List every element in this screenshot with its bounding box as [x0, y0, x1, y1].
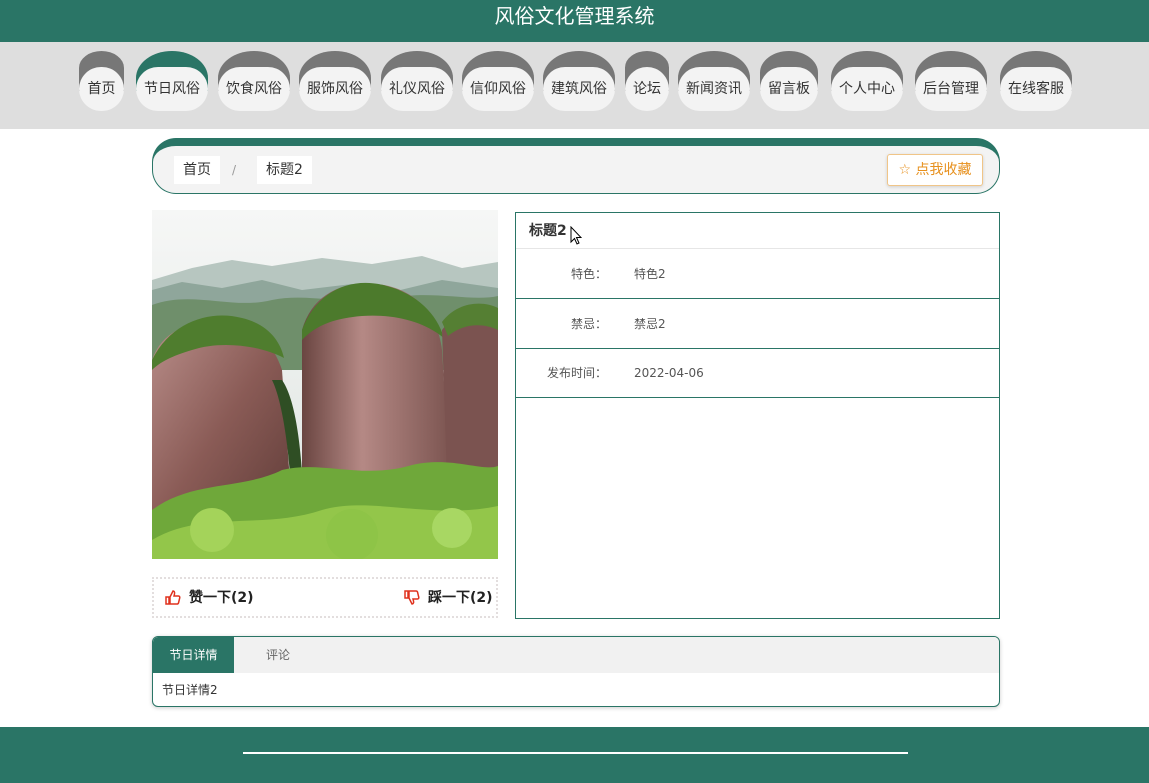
thumbs-up-icon: [165, 590, 181, 605]
nav-label: 留言板: [760, 67, 818, 111]
nav-label: 首页: [79, 67, 124, 111]
tab-content: 节日详情2: [162, 683, 218, 697]
detail-info-panel: 标题2 特色： 特色2 禁忌： 禁忌2 发布时间： 2022-04-06: [515, 212, 1000, 619]
info-row-feature: 特色： 特色2: [516, 249, 999, 299]
nav-label: 个人中心: [831, 67, 903, 111]
nav-label: 饮食风俗: [218, 67, 290, 111]
tab-festival-detail[interactable]: 节日详情: [153, 637, 234, 673]
nav-item-admin[interactable]: 后台管理: [915, 51, 987, 111]
info-value: 特色2: [634, 267, 666, 281]
tabs-header: 节日详情 评论: [153, 637, 999, 673]
nav-item-festival-customs[interactable]: 节日风俗: [136, 51, 208, 111]
breadcrumb: 首页 / 标题2 ☆ 点我收藏: [152, 138, 1000, 194]
info-label: 特色：: [570, 267, 607, 281]
nav-label: 节日风俗: [136, 67, 208, 111]
nav-item-forum[interactable]: 论坛: [625, 51, 669, 111]
breadcrumb-home-link[interactable]: 首页: [174, 156, 220, 184]
info-value: 禁忌2: [634, 317, 666, 331]
nav-label: 论坛: [625, 67, 669, 111]
vote-bar: 赞一下(2) 踩一下(2): [152, 577, 498, 618]
favorite-button[interactable]: ☆ 点我收藏: [887, 154, 983, 186]
tab-comments[interactable]: 评论: [234, 637, 322, 673]
nav-label: 礼仪风俗: [381, 67, 453, 111]
detail-photo: [152, 210, 498, 559]
favorite-label: ☆ 点我收藏: [898, 162, 972, 178]
footer-divider: [243, 752, 908, 754]
main-nav: 首页 节日风俗 饮食风俗 服饰风俗 礼仪风俗 信仰风俗 建筑风俗 论坛 新闻资讯…: [0, 42, 1149, 129]
nav-label: 后台管理: [915, 67, 987, 111]
nav-item-architecture-customs[interactable]: 建筑风俗: [543, 51, 615, 111]
info-row-taboo: 禁忌： 禁忌2: [516, 299, 999, 349]
app-title: 风俗文化管理系统: [494, 4, 655, 28]
mouse-cursor-icon: [570, 226, 582, 245]
app-header: 风俗文化管理系统: [0, 0, 1149, 42]
nav-item-personal-center[interactable]: 个人中心: [831, 51, 903, 111]
like-button[interactable]: 赞一下(2): [164, 587, 254, 609]
detail-title: 标题2: [516, 213, 999, 249]
nav-item-clothing-customs[interactable]: 服饰风俗: [299, 51, 371, 111]
nav-label: 新闻资讯: [678, 67, 750, 111]
info-row-publish-time: 发布时间： 2022-04-06: [516, 348, 999, 398]
nav-label: 服饰风俗: [299, 67, 371, 111]
breadcrumb-current: 标题2: [257, 156, 312, 184]
dislike-button[interactable]: 踩一下(2): [403, 587, 493, 609]
footer: [0, 727, 1149, 783]
nav-item-online-service[interactable]: 在线客服: [1000, 51, 1072, 111]
nav-item-belief-customs[interactable]: 信仰风俗: [462, 51, 534, 111]
nav-label: 建筑风俗: [543, 67, 615, 111]
info-label: 禁忌：: [570, 317, 607, 331]
nav-item-etiquette-customs[interactable]: 礼仪风俗: [381, 51, 453, 111]
nav-item-message-board[interactable]: 留言板: [760, 51, 818, 111]
thumbs-down-icon: [404, 590, 420, 605]
info-value: 2022-04-06: [634, 366, 704, 380]
info-label: 发布时间：: [546, 366, 607, 380]
nav-item-food-customs[interactable]: 饮食风俗: [218, 51, 290, 111]
nav-item-home[interactable]: 首页: [79, 51, 124, 111]
nav-label: 信仰风俗: [462, 67, 534, 111]
breadcrumb-separator: /: [232, 163, 237, 177]
nav-label: 在线客服: [1000, 67, 1072, 111]
nav-item-news[interactable]: 新闻资讯: [678, 51, 750, 111]
detail-tabs: 节日详情 评论 节日详情2: [152, 636, 1000, 707]
